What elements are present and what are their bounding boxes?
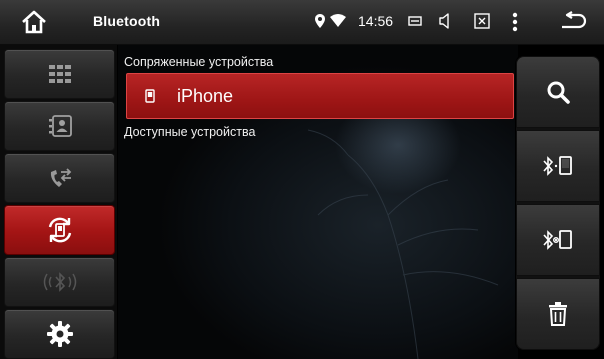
bluetooth-audio-icon [43, 272, 76, 292]
sidebar-item-call-log[interactable] [4, 153, 115, 203]
battery-icon [408, 16, 422, 26]
paired-device-item[interactable]: iPhone [126, 73, 514, 119]
trash-icon [549, 302, 567, 326]
volume-icon[interactable] [439, 13, 453, 29]
disconnect-button[interactable] [516, 204, 600, 276]
bluetooth-connect-icon [543, 156, 572, 176]
grid-icon [48, 65, 71, 83]
device-panel: Сопряженные устройства iPhone Доступные … [118, 45, 518, 359]
sidebar [0, 45, 117, 359]
search-icon [547, 81, 570, 104]
contacts-icon [48, 115, 72, 137]
search-button[interactable] [516, 56, 600, 128]
gear-icon [46, 321, 73, 347]
sidebar-item-settings[interactable] [4, 309, 115, 359]
page-title: Bluetooth [93, 13, 161, 29]
available-devices-header: Доступные устройства [124, 125, 256, 139]
phone-icon [145, 89, 155, 103]
sidebar-item-device-pairing[interactable] [4, 205, 115, 255]
sidebar-item-dialpad[interactable] [4, 49, 115, 99]
sidebar-item-contacts[interactable] [4, 101, 115, 151]
location-icon [315, 14, 325, 28]
paired-devices-header: Сопряженные устройства [124, 55, 274, 69]
back-icon[interactable] [559, 11, 587, 33]
more-vert-icon[interactable] [512, 12, 518, 32]
wifi-icon [330, 14, 346, 27]
call-log-icon [50, 168, 71, 187]
status-bar: Bluetooth 14:56 [0, 0, 604, 45]
clock: 14:56 [358, 13, 394, 29]
connect-button[interactable] [516, 130, 600, 202]
home-icon[interactable] [20, 9, 48, 35]
close-box-icon[interactable] [474, 13, 490, 29]
sidebar-item-bluetooth-music[interactable] [4, 257, 115, 307]
action-bar [516, 56, 600, 350]
phone-sync-icon [48, 217, 71, 243]
bluetooth-disconnect-icon [543, 230, 572, 250]
device-name: iPhone [177, 85, 234, 106]
delete-button[interactable] [516, 278, 600, 350]
